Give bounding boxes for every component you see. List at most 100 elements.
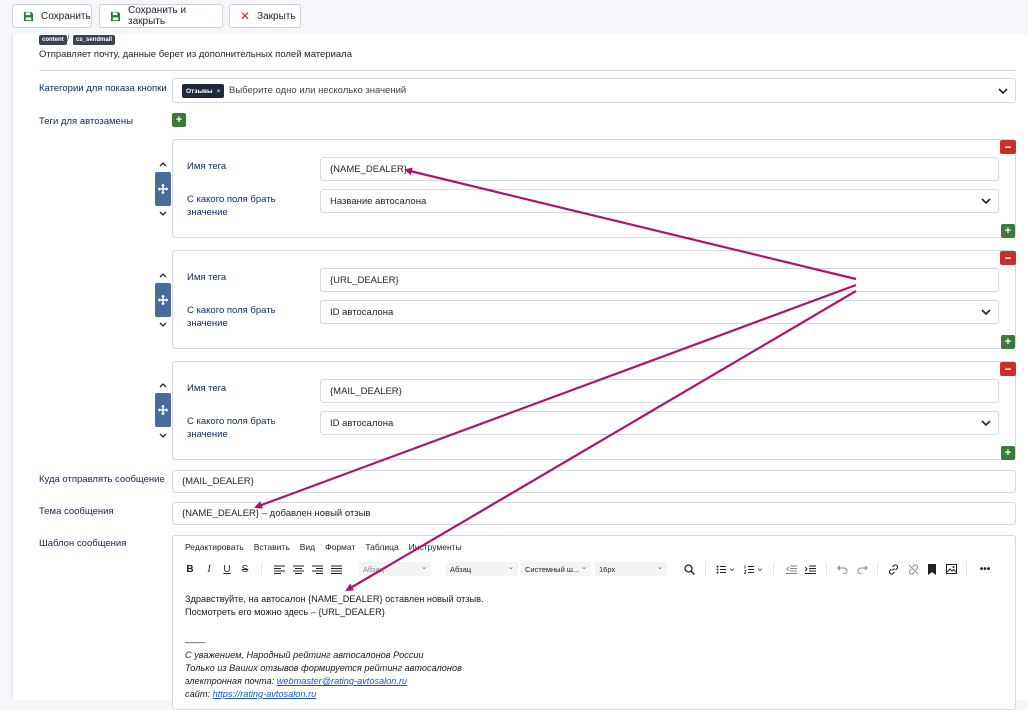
tag-field-value: ID автосалона — [330, 306, 394, 318]
toolbar-separator — [261, 562, 262, 576]
bold-icon[interactable]: B — [185, 562, 195, 576]
toolbar-separator — [826, 562, 827, 576]
tag-field-select-2[interactable]: ID автосалона — [320, 300, 999, 324]
minus-icon: − — [1004, 362, 1012, 376]
move-down-icon[interactable] — [158, 430, 168, 440]
underline-icon[interactable]: U — [222, 562, 232, 576]
tag-name-input-1[interactable]: {NAME_DEALER} — [320, 157, 999, 181]
badge-separator: / — [67, 33, 70, 43]
save-button[interactable]: Сохранить — [12, 4, 92, 28]
undo-icon[interactable] — [836, 562, 848, 576]
body-rule: ____ — [185, 633, 206, 643]
align-left-icon[interactable] — [273, 562, 285, 576]
tag-field-select-1[interactable]: Название автосалона — [320, 189, 999, 213]
font-select[interactable]: Абзац ⌄ — [359, 562, 431, 576]
menu-format[interactable]: Формат — [325, 542, 355, 552]
floppy-disk-icon — [110, 10, 121, 22]
move-down-icon[interactable] — [158, 319, 168, 329]
add-tag-after-button[interactable]: + — [1001, 335, 1015, 349]
categories-placeholder: Выберите одно или несколько значений — [229, 85, 407, 96]
body-line-2: Посмотреть его можно здесь – {URL_DEALER… — [185, 607, 385, 617]
tag-name-label: Имя тега — [187, 161, 227, 172]
align-center-icon[interactable] — [292, 562, 304, 576]
add-tag-after-button[interactable]: + — [1001, 224, 1015, 238]
bookmark-icon[interactable] — [927, 562, 937, 576]
tag-field-label-line1: С какого поля брать — [187, 305, 276, 316]
strikethrough-icon[interactable]: S — [240, 562, 250, 576]
move-down-icon[interactable] — [158, 208, 168, 218]
bullet-list-icon[interactable] — [715, 562, 737, 576]
search-icon[interactable] — [683, 562, 695, 576]
chevron-down-icon: ⌄ — [421, 564, 427, 571]
categories-label: Категории для показа кнопки — [39, 83, 167, 94]
subject-input[interactable]: {NAME_DEALER} – добавлен новый отзыв — [172, 502, 1016, 525]
plus-icon: + — [175, 113, 183, 126]
move-up-icon[interactable] — [158, 159, 168, 169]
send-to-label: Куда отправлять сообщение — [39, 474, 165, 485]
drag-handle-icon[interactable] — [155, 393, 171, 427]
tag-field-select-3[interactable]: ID автосалона — [320, 411, 999, 435]
save-and-close-button[interactable]: Сохранить и закрыть — [99, 4, 223, 28]
floppy-disk-icon — [23, 10, 34, 22]
drag-handle-icon[interactable] — [155, 283, 171, 317]
categories-multiselect[interactable]: Отзывы × Выберите одно или несколько зна… — [172, 78, 1016, 103]
site-prefix: сайт: — [185, 689, 213, 699]
tag-field-label-line2: значение — [187, 429, 228, 440]
indent-icon[interactable] — [804, 562, 816, 576]
remove-tag-button[interactable]: − — [1000, 140, 1016, 154]
chevron-down-icon: ⌄ — [508, 564, 514, 571]
tag-field-value: Название автосалона — [330, 195, 427, 207]
selected-chip: Отзывы × — [182, 84, 225, 98]
signature-site-line: сайт: https://rating-avtosalon.ru — [185, 688, 1005, 701]
tag-field-label-line2: значение — [187, 207, 228, 218]
tag-name-input-2[interactable]: {URL_DEALER} — [320, 268, 999, 292]
numbered-list-icon[interactable] — [743, 562, 765, 576]
remove-tag-button[interactable]: − — [1000, 251, 1016, 265]
chevron-down-icon — [991, 79, 1015, 102]
save-label: Сохранить — [41, 10, 91, 22]
align-justify-icon[interactable] — [330, 562, 342, 576]
menu-tools[interactable]: Инструменты — [409, 542, 462, 552]
tag-field-label-line1: С какого поля брать — [187, 416, 276, 427]
site-link[interactable]: https://rating-avtosalon.ru — [213, 689, 317, 699]
font-family-value: Системный ш... — [525, 564, 580, 574]
menu-view[interactable]: Вид — [300, 542, 315, 552]
add-tag-after-button[interactable]: + — [1001, 446, 1015, 460]
align-right-icon[interactable] — [311, 562, 323, 576]
chevron-down-icon — [974, 301, 998, 323]
editor-content[interactable]: Здравствуйте, на автосалон {NAME_DEALER}… — [185, 593, 1005, 701]
action-toolbar: Сохранить Сохранить и закрыть ✕ Закрыть — [0, 0, 1028, 34]
menu-table[interactable]: Таблица — [365, 542, 398, 552]
badge-plugin: cs_sendmail — [73, 35, 116, 45]
outdent-icon[interactable] — [785, 562, 797, 576]
redo-icon[interactable] — [856, 562, 868, 576]
tag-name-input-3[interactable]: {MAIL_DEALER} — [320, 379, 999, 403]
remove-tag-button[interactable]: − — [1000, 362, 1016, 376]
drag-handle-icon[interactable] — [155, 172, 171, 206]
move-up-icon[interactable] — [158, 380, 168, 390]
message-editor[interactable]: Редактировать Вставить Вид Формат Таблиц… — [172, 535, 1016, 710]
email-link[interactable]: webmaster@rating-avtosalon.ru — [277, 676, 407, 686]
block-format-select[interactable]: Абзац ⌄ — [446, 562, 518, 576]
tag-field-label: С какого поля брать значение — [187, 304, 276, 330]
link-icon[interactable] — [887, 562, 899, 576]
add-tag-button[interactable]: + — [172, 113, 186, 127]
close-button[interactable]: ✕ Закрыть — [229, 4, 301, 28]
chip-remove-icon[interactable]: × — [217, 88, 221, 95]
unlink-icon[interactable] — [907, 562, 919, 576]
move-up-icon[interactable] — [158, 270, 168, 280]
tag-field-label: С какого поля брать значение — [187, 415, 276, 441]
send-to-input[interactable]: {MAIL_DEALER} — [172, 470, 1016, 493]
italic-icon[interactable]: I — [204, 562, 214, 576]
block-format-value: Абзац — [450, 564, 472, 574]
menu-edit[interactable]: Редактировать — [185, 542, 244, 552]
more-icon[interactable]: ••• — [978, 562, 992, 576]
divider — [39, 70, 1016, 71]
plus-icon: + — [1004, 335, 1012, 348]
font-size-select[interactable]: 16px ⌄ — [595, 562, 667, 576]
menu-insert[interactable]: Вставить — [254, 542, 290, 552]
plugin-description: Отправляет почту, данные берет из дополн… — [39, 49, 352, 60]
image-icon[interactable] — [945, 562, 957, 576]
font-family-select[interactable]: Системный ш... ⌄ — [521, 562, 591, 576]
